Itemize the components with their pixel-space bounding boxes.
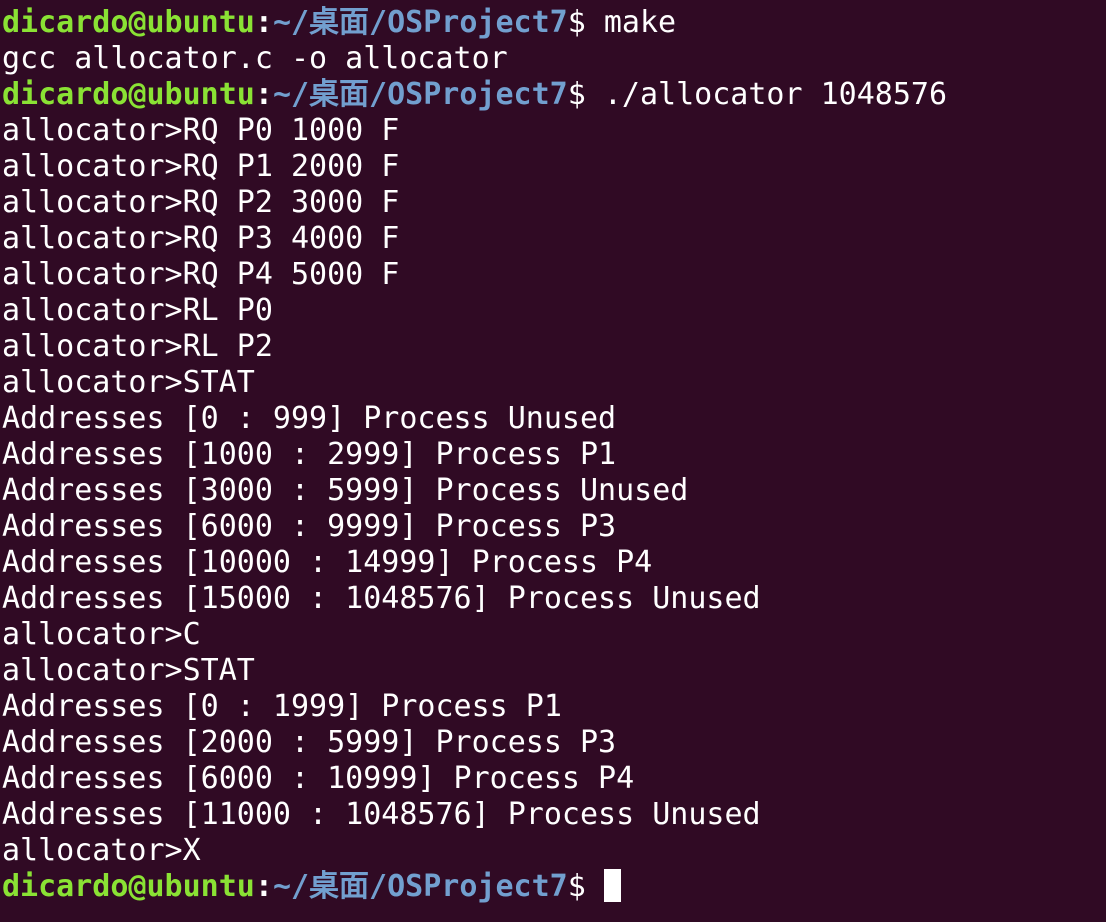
prompt-line: dicardo@ubuntu:~/桌面/OSProject7$: [0, 869, 1106, 905]
command-text: ./allocator 1048576: [603, 77, 948, 112]
prompt-line: dicardo@ubuntu:~/桌面/OSProject7$ make: [0, 5, 1106, 41]
output-line: Addresses [10000 : 14999] Process P4: [2, 545, 653, 580]
output-line: Addresses [2000 : 5999] Process P3: [2, 725, 617, 760]
command-text: make: [603, 5, 677, 40]
output-line: Addresses [6000 : 9999] Process P3: [2, 509, 617, 544]
text-cursor[interactable]: [603, 869, 621, 902]
prompt-dollar: $: [567, 5, 604, 40]
output-line: Addresses [0 : 999] Process Unused: [2, 401, 617, 436]
prompt-colon: :: [254, 5, 273, 40]
prompt-path: ~/桌面/OSProject7: [272, 77, 568, 112]
output-line: allocator>STAT: [2, 653, 255, 688]
output-line: allocator>RL P2: [2, 329, 273, 364]
output-line: Addresses [6000 : 10999] Process P4: [2, 761, 635, 796]
prompt-colon: :: [254, 869, 273, 904]
output-line: Addresses [15000 : 1048576] Process Unus…: [2, 581, 761, 616]
output-line: allocator>RQ P0 1000 F: [2, 113, 400, 148]
output-line: Addresses [11000 : 1048576] Process Unus…: [2, 797, 761, 832]
prompt-path: ~/桌面/OSProject7: [272, 869, 568, 904]
output-line: allocator>RL P0: [2, 293, 273, 328]
prompt-dollar: $: [567, 869, 604, 904]
output-line: gcc allocator.c -o allocator: [2, 41, 508, 76]
output-line: allocator>RQ P1 2000 F: [2, 149, 400, 184]
prompt-colon: :: [254, 77, 273, 112]
prompt-line: dicardo@ubuntu:~/桌面/OSProject7$ ./alloca…: [0, 77, 1106, 113]
output-line: allocator>RQ P2 3000 F: [2, 185, 400, 220]
output-line: Addresses [0 : 1999] Process P1: [2, 689, 562, 724]
prompt-dollar: $: [567, 77, 604, 112]
output-line: Addresses [1000 : 2999] Process P1: [2, 437, 617, 472]
output-line: Addresses [3000 : 5999] Process Unused: [2, 473, 689, 508]
output-line: allocator>RQ P3 4000 F: [2, 221, 400, 256]
output-line: allocator>X: [2, 833, 201, 868]
output-line: allocator>STAT: [2, 365, 255, 400]
prompt-user: dicardo@ubuntu: [2, 5, 255, 40]
output-line: allocator>RQ P4 5000 F: [2, 257, 400, 292]
terminal-window[interactable]: dicardo@ubuntu:~/桌面/OSProject7$ make gcc …: [0, 0, 1106, 922]
prompt-user: dicardo@ubuntu: [2, 77, 255, 112]
prompt-user: dicardo@ubuntu: [2, 869, 255, 904]
output-line: allocator>C: [2, 617, 201, 652]
prompt-path: ~/桌面/OSProject7: [272, 5, 568, 40]
